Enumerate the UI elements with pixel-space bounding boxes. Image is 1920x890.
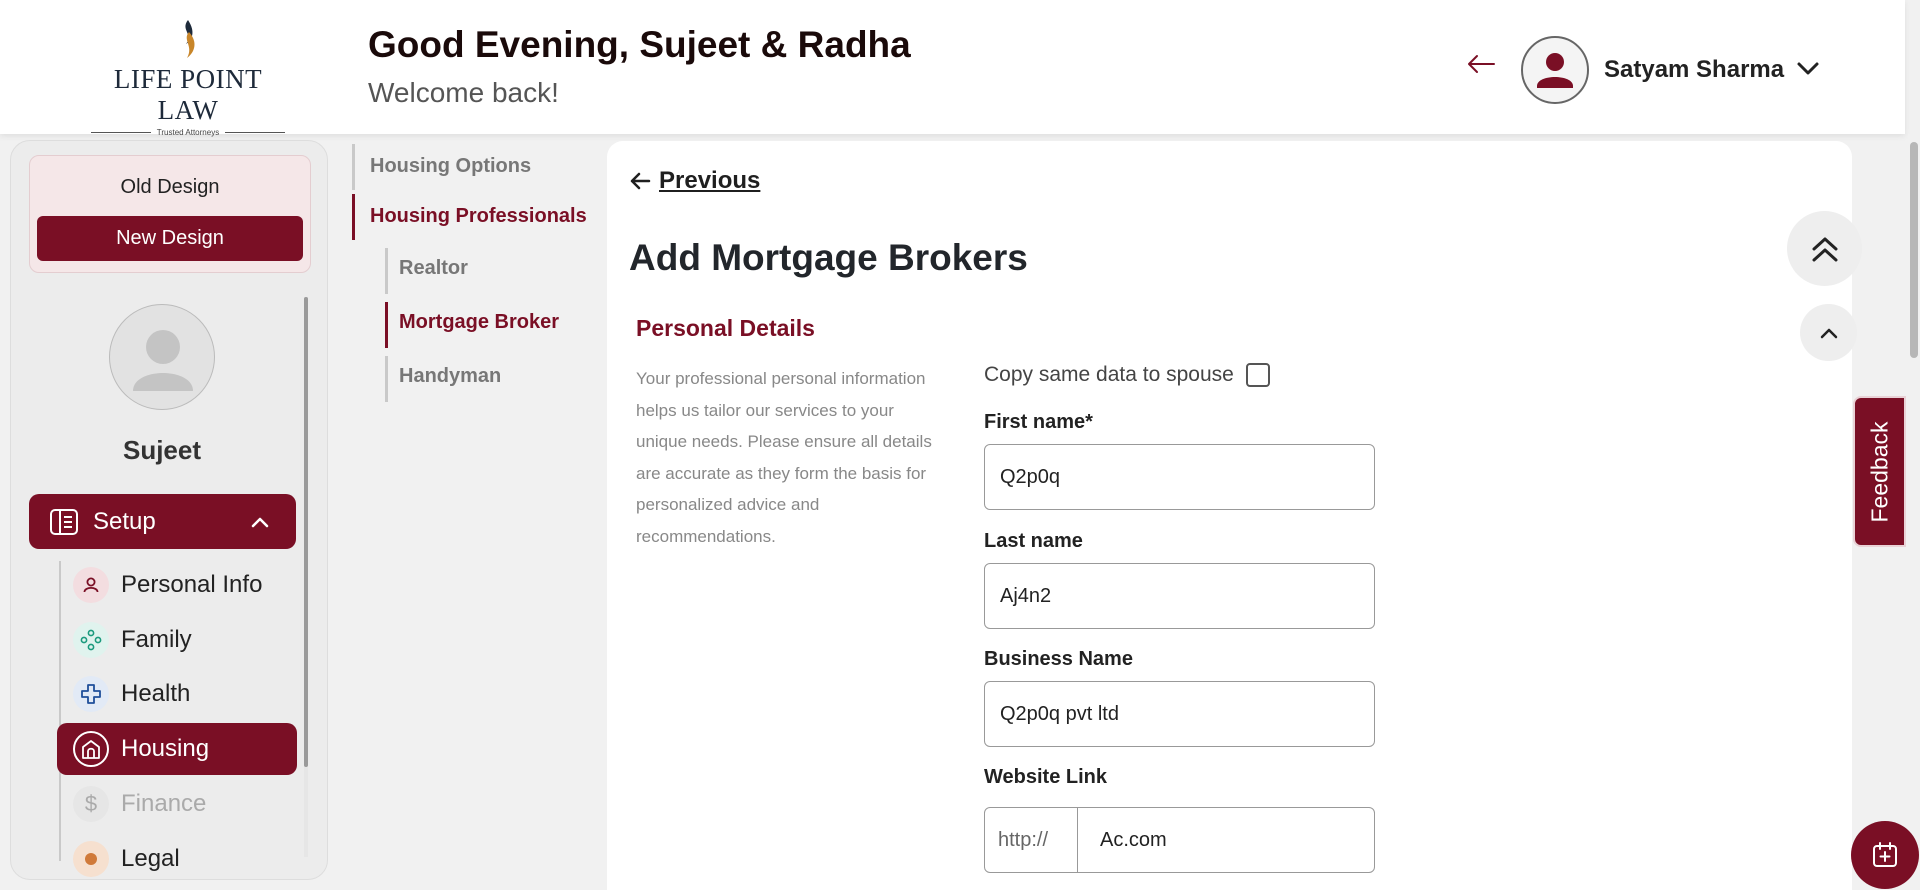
sidebar-item-housing[interactable]: Housing bbox=[57, 723, 297, 775]
setup-label: Setup bbox=[93, 507, 156, 535]
previous-link[interactable]: Previous bbox=[629, 167, 760, 195]
sidebar-item-finance[interactable]: $ Finance bbox=[57, 778, 297, 830]
logo-tagline: Trusted Attorneys bbox=[86, 128, 290, 137]
sidebar-item-label: Legal bbox=[121, 845, 180, 872]
profile-name: Sujeet bbox=[122, 435, 202, 465]
legal-icon bbox=[73, 841, 109, 877]
first-name-value: Q2p0q bbox=[1000, 465, 1061, 488]
old-design-button[interactable]: Old Design bbox=[30, 176, 310, 199]
subnav-housing-options[interactable]: Housing Options bbox=[370, 155, 531, 178]
page-title: Add Mortgage Brokers bbox=[629, 237, 1028, 278]
calendar-add-button[interactable] bbox=[1851, 821, 1919, 889]
subnav-line bbox=[385, 356, 388, 402]
subnav-line bbox=[385, 248, 388, 294]
dollar-icon: $ bbox=[73, 786, 109, 822]
last-name-input[interactable]: Aj4n2 bbox=[984, 563, 1375, 629]
section-description: Your professional personal information h… bbox=[636, 369, 932, 546]
setup-book-icon bbox=[50, 508, 78, 535]
double-chevron-up-icon bbox=[1812, 237, 1837, 261]
subnav-housing-professionals[interactable]: Housing Professionals bbox=[370, 205, 587, 228]
website-value: Ac.com bbox=[1100, 828, 1167, 851]
greeting-heading: Good Evening, Sujeet & Radha bbox=[368, 24, 911, 65]
person-icon bbox=[73, 567, 109, 603]
copy-to-spouse-checkbox[interactable] bbox=[1245, 363, 1270, 387]
company-logo[interactable]: LIFE POINT LAW Trusted Attorneys bbox=[86, 18, 290, 137]
section-title: Personal Details bbox=[636, 315, 815, 341]
subnav-line-active bbox=[385, 302, 388, 348]
calendar-plus-icon bbox=[1873, 842, 1897, 867]
last-name-value: Aj4n2 bbox=[1000, 584, 1052, 607]
logo-flame-icon bbox=[185, 20, 195, 58]
profile-placeholder-icon bbox=[133, 330, 193, 391]
arrow-left-icon bbox=[630, 172, 651, 190]
top-header: LIFE POINT LAW Trusted Attorneys Good Ev… bbox=[0, 0, 1905, 137]
sidebar-item-label: Finance bbox=[121, 790, 207, 817]
sidebar-item-label: Family bbox=[121, 626, 192, 653]
main-panel: Previous Add Mortgage Brokers Personal D… bbox=[607, 141, 1862, 890]
subnav-handyman[interactable]: Handyman bbox=[399, 365, 501, 388]
scroll-top-button[interactable] bbox=[1787, 211, 1862, 286]
page-scrollbar-thumb[interactable] bbox=[1910, 142, 1918, 358]
subnav-mortgage-broker[interactable]: Mortgage Broker bbox=[399, 311, 559, 334]
chevron-up-icon bbox=[1820, 328, 1837, 338]
home-icon bbox=[73, 731, 109, 767]
chevron-up-icon bbox=[251, 517, 269, 527]
sidebar-item-label: Housing bbox=[121, 735, 210, 762]
business-name-label: Business Name bbox=[984, 648, 1133, 670]
logo-text: LIFE POINT LAW bbox=[113, 64, 263, 125]
copy-to-spouse-label: Copy same data to spouse bbox=[984, 363, 1234, 386]
sidebar-item-label: Personal Info bbox=[121, 571, 263, 598]
design-switcher: Old Design New Design bbox=[29, 155, 311, 273]
new-design-button[interactable]: New Design bbox=[37, 216, 303, 261]
copy-to-spouse-row[interactable]: Copy same data to spouse bbox=[984, 363, 1270, 387]
chevron-down-icon[interactable] bbox=[1796, 60, 1820, 76]
last-name-label: Last name bbox=[984, 530, 1083, 552]
previous-label: Previous bbox=[659, 167, 761, 194]
website-link-label: Website Link bbox=[984, 766, 1107, 788]
health-cross-icon bbox=[73, 676, 109, 712]
profile-avatar[interactable] bbox=[109, 304, 215, 410]
welcome-text: Welcome back! bbox=[368, 77, 559, 108]
sidebar-item-personal-info[interactable]: Personal Info bbox=[57, 559, 297, 611]
business-name-value: Q2p0q pvt ltd bbox=[1000, 702, 1119, 725]
first-name-input[interactable]: Q2p0q bbox=[984, 444, 1375, 510]
sidebar-item-health[interactable]: Health bbox=[57, 668, 297, 720]
subnav-realtor[interactable]: Realtor bbox=[399, 257, 468, 280]
sidebar-item-label: Health bbox=[121, 680, 191, 707]
sidebar-scrollbar-thumb[interactable] bbox=[304, 297, 308, 767]
subnav-line bbox=[352, 144, 355, 190]
first-name-label: First name* bbox=[984, 411, 1093, 433]
family-icon bbox=[73, 622, 109, 658]
website-prefix: http:// bbox=[998, 808, 1078, 872]
setup-menu-toggle[interactable]: Setup bbox=[29, 494, 296, 549]
back-arrow-icon[interactable] bbox=[1466, 54, 1496, 74]
scroll-up-button[interactable] bbox=[1800, 304, 1857, 361]
left-sidebar: Old Design New Design Sujeet Setup Perso… bbox=[10, 140, 328, 880]
user-avatar[interactable] bbox=[1521, 36, 1589, 104]
sidebar-item-legal[interactable]: Legal bbox=[57, 833, 297, 879]
feedback-label: Feedback bbox=[1866, 420, 1892, 523]
user-avatar-icon bbox=[1537, 53, 1573, 88]
user-name[interactable]: Satyam Sharma bbox=[1604, 56, 1784, 84]
feedback-tab[interactable]: Feedback bbox=[1853, 396, 1906, 547]
sidebar-item-family[interactable]: Family bbox=[57, 614, 297, 666]
website-link-input[interactable]: http:// Ac.com bbox=[984, 807, 1375, 873]
business-name-input[interactable]: Q2p0q pvt ltd bbox=[984, 681, 1375, 747]
subnav-line-active bbox=[352, 194, 355, 240]
